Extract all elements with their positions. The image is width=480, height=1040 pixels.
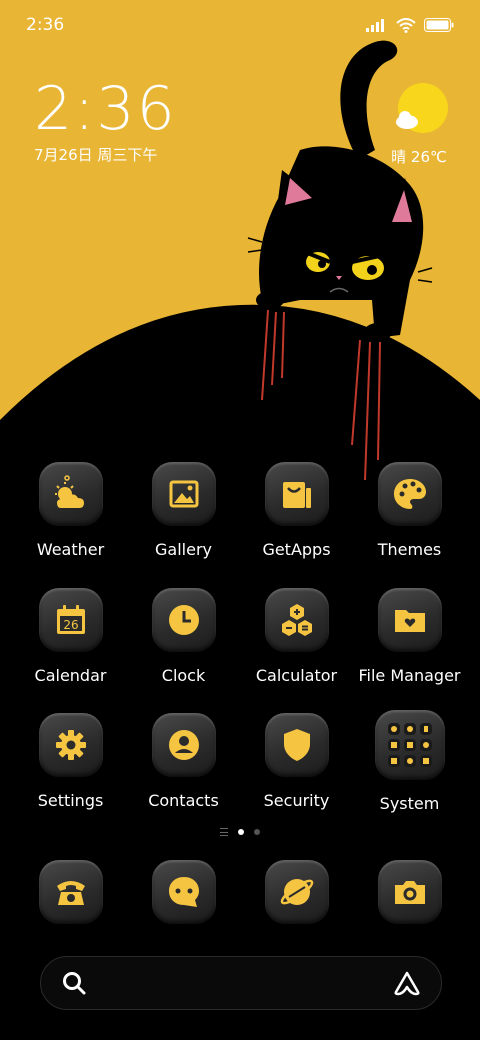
app-file-manager[interactable]: File Manager [353,588,466,685]
app-label: GetApps [262,540,331,559]
app-themes[interactable]: Themes [353,462,466,559]
weather-widget[interactable]: 晴 26℃ [384,82,454,167]
app-label: Calculator [255,666,338,685]
app-gallery[interactable]: Gallery [127,462,240,559]
assistant-icon[interactable] [393,970,421,996]
widget-date: 7月26日 周三下午 [34,146,158,164]
app-file-manager-icon-tile [377,588,442,652]
app-label: Gallery [155,540,212,559]
dock-messages-tile [151,860,216,924]
folder-icon [394,610,425,632]
weather-temperature: 晴 26℃ [391,148,447,166]
signal-icon [366,19,384,32]
app-weather[interactable]: Weather [14,462,127,559]
app-label: Calendar [34,666,107,685]
shield-icon [283,729,310,761]
status-icons [366,17,454,33]
wifi-icon [396,17,416,33]
app-label: Settings [37,791,104,810]
status-bar: 2:36 [0,0,480,50]
app-label: File Manager [358,666,461,685]
app-clock[interactable]: Clock [127,588,240,685]
app-getapps-icon-tile [264,462,329,526]
page-indicator[interactable] [0,828,480,836]
page-indicator-list-icon [220,828,228,836]
widget-time: 2:36 [34,74,177,144]
dock-phone-tile [38,860,103,924]
calendar-day-text: 26 [63,618,78,632]
browser-icon [280,879,313,905]
message-icon [168,877,199,907]
phone-icon [56,881,85,905]
dock-browser-tile [264,860,329,924]
app-system-folder[interactable]: System [353,710,466,813]
app-themes-icon-tile [377,462,442,526]
dock-camera-tile [377,860,442,924]
app-security-icon-tile [264,713,329,777]
battery-icon [424,18,454,32]
app-calendar-icon-tile: 26 [38,588,103,652]
dock-phone[interactable] [14,860,127,924]
contact-icon [168,730,199,760]
clock-widget[interactable]: 2:36 7月26日 周三下午 [34,78,177,165]
app-label: Security [263,791,330,810]
sunny-icon [396,83,448,133]
camera-icon [394,881,425,904]
dock-camera[interactable] [353,860,466,924]
getapps-icon [282,482,311,508]
search-bar[interactable] [40,956,442,1010]
app-label: Weather [36,540,105,559]
app-contacts[interactable]: Contacts [127,713,240,810]
dock-browser[interactable] [240,860,353,924]
app-settings-icon-tile [38,713,103,777]
app-settings[interactable]: Settings [14,713,127,810]
palette-icon [393,479,426,509]
app-gallery-icon-tile [151,462,216,526]
gear-icon [55,730,86,760]
app-calculator-icon-tile [264,588,329,652]
app-system-folder-tile [374,710,445,780]
app-contacts-icon-tile [151,713,216,777]
page-dot [254,829,260,835]
search-icon[interactable] [61,970,87,996]
folder-grid-icon [387,723,432,767]
app-calculator[interactable]: Calculator [240,588,353,685]
app-label: System [379,794,440,813]
app-label: Contacts [148,791,219,810]
app-label: Themes [377,540,442,559]
app-weather-icon-tile [38,462,103,526]
gallery-icon [169,480,198,508]
weather-icon [54,475,84,508]
calculator-icon [281,604,312,636]
clock-icon [168,605,199,635]
app-label: Clock [161,666,206,685]
app-calendar[interactable]: 26 Calendar [14,588,127,685]
status-time: 2:36 [26,15,65,35]
page-dot-active [238,829,244,835]
app-clock-icon-tile [151,588,216,652]
app-getapps[interactable]: GetApps [240,462,353,559]
dock-messages[interactable] [127,860,240,924]
app-security[interactable]: Security [240,713,353,810]
calendar-icon: 26 [56,605,85,634]
